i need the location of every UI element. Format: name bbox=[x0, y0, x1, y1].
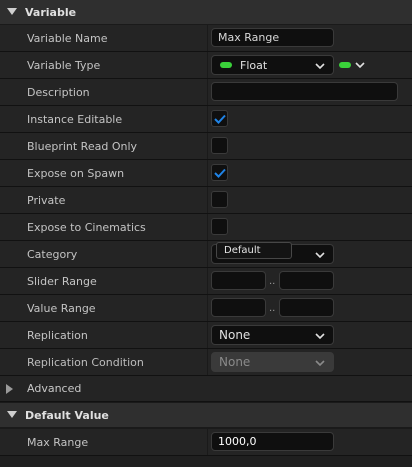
row-replication: Replication None bbox=[0, 322, 412, 349]
max-range-input[interactable]: 1000,0 bbox=[211, 432, 334, 451]
replication-condition-dropdown: None bbox=[211, 352, 334, 372]
chevron-down-icon bbox=[315, 60, 325, 73]
slider-range-max-input[interactable] bbox=[279, 271, 334, 290]
row-label: Blueprint Read Only bbox=[0, 133, 207, 159]
row-slider-range: Slider Range .. bbox=[0, 268, 412, 295]
row-label: Slider Range bbox=[0, 268, 207, 294]
row-label: Replication Condition bbox=[0, 349, 207, 375]
row-variable-name: Variable Name Max Range bbox=[0, 25, 412, 52]
section-header-variable[interactable]: Variable bbox=[0, 0, 412, 24]
replication-condition-value: None bbox=[219, 355, 251, 369]
section-header-default-value[interactable]: Default Value bbox=[0, 403, 412, 427]
row-label: Expose on Spawn bbox=[0, 160, 207, 186]
row-label: Variable Name bbox=[0, 25, 207, 51]
row-label: Expose to Cinematics bbox=[0, 214, 207, 240]
variable-type-dropdown[interactable]: Float bbox=[211, 55, 334, 75]
row-max-range: Max Range 1000,0 bbox=[0, 429, 412, 456]
triangle-down-icon[interactable] bbox=[3, 8, 21, 16]
container-type-dropdown[interactable] bbox=[339, 57, 369, 73]
value-range-min-input[interactable] bbox=[211, 298, 266, 317]
range-separator: .. bbox=[269, 303, 276, 314]
section-title: Default Value bbox=[25, 408, 109, 422]
row-description: Description bbox=[0, 79, 412, 106]
replication-value: None bbox=[219, 328, 251, 342]
row-category: Category Default bbox=[0, 241, 412, 268]
replication-dropdown[interactable]: None bbox=[211, 325, 334, 345]
row-label: Instance Editable bbox=[0, 106, 207, 132]
chevron-down-icon bbox=[315, 330, 325, 343]
row-label: Private bbox=[0, 187, 207, 213]
row-replication-condition: Replication Condition None bbox=[0, 349, 412, 376]
chevron-down-icon bbox=[315, 357, 325, 370]
variable-type-value: Float bbox=[240, 58, 268, 72]
row-label: Replication bbox=[0, 322, 207, 348]
panel-footer bbox=[0, 456, 412, 467]
instance-editable-checkbox[interactable] bbox=[211, 110, 228, 127]
advanced-label: Advanced bbox=[27, 382, 82, 395]
row-blueprint-read-only: Blueprint Read Only bbox=[0, 133, 412, 160]
section-title: Variable bbox=[25, 5, 77, 19]
row-instance-editable: Instance Editable bbox=[0, 106, 412, 133]
row-label: Max Range bbox=[0, 429, 207, 455]
details-panel: Variable Variable Name Max Range Variabl… bbox=[0, 0, 412, 467]
description-input[interactable] bbox=[211, 82, 398, 101]
row-label: Value Range bbox=[0, 295, 207, 321]
triangle-right-icon[interactable] bbox=[6, 383, 24, 394]
check-icon bbox=[213, 168, 226, 178]
row-label: Variable Type bbox=[0, 52, 207, 78]
chevron-down-icon bbox=[315, 249, 325, 262]
category-value[interactable]: Default bbox=[216, 242, 292, 259]
check-icon bbox=[213, 114, 226, 124]
blueprint-read-only-checkbox[interactable] bbox=[211, 137, 228, 154]
row-label: Category bbox=[0, 241, 207, 267]
row-value-range: Value Range .. bbox=[0, 295, 412, 322]
expose-on-spawn-checkbox[interactable] bbox=[211, 164, 228, 181]
row-expose-on-spawn: Expose on Spawn bbox=[0, 160, 412, 187]
row-variable-type: Variable Type Float bbox=[0, 52, 412, 79]
expose-to-cinematics-checkbox[interactable] bbox=[211, 218, 228, 235]
variable-name-input[interactable]: Max Range bbox=[211, 28, 334, 47]
advanced-expander[interactable]: Advanced bbox=[0, 376, 412, 402]
slider-range-min-input[interactable] bbox=[211, 271, 266, 290]
row-expose-to-cinematics: Expose to Cinematics bbox=[0, 214, 412, 241]
row-private: Private bbox=[0, 187, 412, 214]
float-pin-icon bbox=[339, 62, 351, 68]
triangle-down-icon[interactable] bbox=[3, 411, 21, 419]
chevron-down-icon bbox=[355, 59, 365, 72]
value-range-max-input[interactable] bbox=[279, 298, 334, 317]
row-label: Description bbox=[0, 79, 207, 105]
private-checkbox[interactable] bbox=[211, 191, 228, 208]
range-separator: .. bbox=[269, 276, 276, 287]
float-pin-icon bbox=[220, 62, 232, 68]
